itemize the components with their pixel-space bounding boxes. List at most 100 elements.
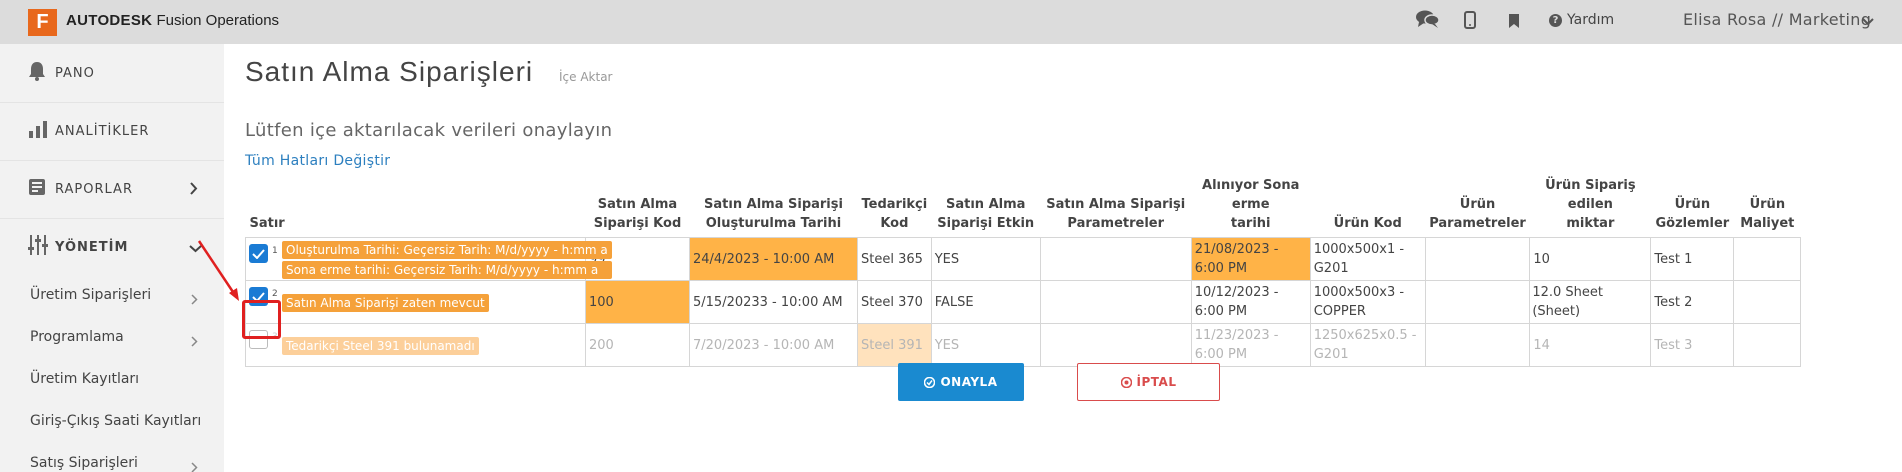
table-row: 2 Satın Alma Siparişi zaten mevcut 100 5… [245, 280, 1802, 324]
help-icon: ? [1549, 13, 1562, 27]
cancel-button[interactable]: İPTAL [1077, 363, 1220, 401]
cell-active: YES [930, 323, 1041, 367]
cell-po-params [1039, 280, 1192, 324]
column-header: Ürün Maliyet [1740, 197, 1795, 231]
bar-chart-icon [28, 120, 48, 142]
toggle-all-lines-link[interactable]: Tüm Hatları Değiştir [245, 153, 390, 169]
brand-name[interactable]: AUTODESK Fusion Operations [66, 12, 279, 29]
column-header: Ürün Parametreler [1429, 197, 1526, 231]
row-select-cell: 1 Oluşturulma Tarihi: Geçersiz Tarih: M/… [245, 237, 612, 281]
column-header: Satır [249, 216, 285, 231]
cell-created-date: 24/4/2023 - 10:00 AM [689, 237, 858, 281]
sidebar-item-label: ANALİTİKLER [55, 123, 150, 139]
error-list: Oluşturulma Tarihi: Geçersiz Tarih: M/d/… [282, 240, 612, 280]
help-label: Yardım [1567, 12, 1615, 28]
column-header: Satın Alma Siparişi Oluşturulma Tarihi [704, 197, 843, 231]
cell-expiry-date: 21/08/2023 - 6:00 PM [1190, 237, 1311, 281]
cell-quantity: 12.0 Sheet (Sheet) [1529, 280, 1652, 324]
help-link[interactable]: ? Yardım [1549, 12, 1614, 28]
check-circle-icon [924, 376, 936, 388]
table-row: 1 Oluşturulma Tarihi: Geçersiz Tarih: M/… [245, 237, 1802, 281]
bell-icon [28, 61, 46, 85]
page-title: Satın Alma Siparişleri [245, 56, 534, 87]
column-header: Satın Alma Siparişi Etkin [937, 197, 1035, 231]
cell-po-code: 200 [585, 323, 690, 367]
cell-product-params [1424, 237, 1531, 281]
chevron-right-icon [191, 458, 198, 472]
chevron-down-icon[interactable] [1861, 12, 1875, 31]
management-icon [28, 234, 48, 260]
report-icon [28, 178, 46, 200]
sidebar-item-analitikler[interactable]: ANALİTİKLER [0, 102, 224, 160]
top-bar: F AUTODESK Fusion Operations ? Yardım El… [0, 0, 1902, 44]
row-select-cell: 2 Satın Alma Siparişi zaten mevcut [245, 280, 586, 324]
user-menu[interactable]: Elisa Rosa // Marketing [1683, 10, 1871, 29]
row-select-cell: 3 Tedarikçi Steel 391 bulunamadı [245, 323, 586, 367]
annotation-highlight-box [242, 300, 281, 339]
cell-product-code: 1000x500x3 - COPPER [1309, 280, 1426, 324]
chat-icon[interactable] [1416, 9, 1440, 33]
cell-active: YES [930, 237, 1041, 281]
chevron-right-icon [191, 332, 198, 351]
sidebar-item-label: RAPORLAR [55, 181, 133, 197]
cell-created-date: 5/15/20233 - 10:00 AM [689, 280, 858, 324]
cell-cost [1733, 323, 1802, 367]
sidebar-subitem-uretim-siparisleri[interactable]: Üretim Siparişleri [30, 287, 151, 303]
logo-letter: F [36, 11, 49, 33]
column-header: Ürün Gözlemler [1655, 197, 1730, 231]
import-table: Satır Satın Alma Siparişi Kod Satın Alma … [245, 174, 1802, 367]
cell-product-code: 1250x625x0.5 - G201 [1309, 323, 1426, 367]
sidebar-item-label: PANO [55, 65, 95, 81]
row-number: 1 [272, 246, 278, 256]
table-row: 3 Tedarikçi Steel 391 bulunamadı 200 7/2… [245, 323, 1802, 367]
approve-button[interactable]: ONAYLA [898, 363, 1024, 401]
cancel-circle-icon [1120, 376, 1132, 388]
sidebar: PANO ANALİTİKLER RAPORLAR YÖNETİM Üretim… [0, 44, 224, 472]
sidebar-subitem-satis-siparisleri[interactable]: Satış Siparişleri [30, 455, 138, 471]
column-header: Tedarikçi Kod [861, 197, 928, 231]
cell-po-code: 100 [585, 280, 690, 324]
cell-expiry-date: 10/12/2023 - 6:00 PM [1190, 280, 1311, 324]
sidebar-subitem-uretim-kayitlari[interactable]: Üretim Kayıtları [30, 371, 139, 387]
annotation-arrow-icon [197, 240, 239, 301]
brand-bold: AUTODESK [66, 12, 153, 29]
cell-quantity: 14 [1529, 323, 1652, 367]
cell-supplier-code: Steel 391 [857, 323, 932, 367]
fusion-logo-icon[interactable]: F [28, 9, 57, 36]
cell-cost [1733, 237, 1802, 281]
bookmark-icon[interactable] [1509, 13, 1519, 32]
page-subtitle: İçe Aktar [559, 70, 613, 84]
error-tag: Oluşturulma Tarihi: Geçersiz Tarih: M/d/… [282, 241, 612, 259]
column-header: Ürün Kod [1333, 216, 1402, 231]
sidebar-item-yonetim[interactable]: YÖNETİM [0, 218, 224, 276]
cell-notes: Test 1 [1650, 237, 1735, 281]
table-header-row: Satır Satın Alma Siparişi Kod Satın Alma … [246, 174, 1801, 238]
error-tag: Sona erme tarihi: Geçersiz Tarih: M/d/yy… [282, 261, 612, 279]
main-content: Satın Alma Siparişleri İçe Aktar Lütfen … [224, 44, 1902, 472]
cell-expiry-date: 11/23/2023 - 6:00 PM [1190, 323, 1311, 367]
mobile-icon[interactable] [1464, 11, 1476, 33]
error-tag: Satın Alma Siparişi zaten mevcut [282, 294, 489, 312]
sidebar-subitem-programlama[interactable]: Programlama [30, 329, 124, 345]
cell-po-params [1039, 237, 1192, 281]
cell-notes: Test 3 [1650, 323, 1735, 367]
cell-product-code: 1000x500x1 - G201 [1309, 237, 1426, 281]
sidebar-item-label: YÖNETİM [55, 239, 129, 255]
error-tag: Tedarikçi Steel 391 bulunamadı [282, 337, 479, 355]
cell-notes: Test 2 [1650, 280, 1735, 324]
sidebar-item-raporlar[interactable]: RAPORLAR [0, 160, 224, 218]
sidebar-subitem-giris-cikis[interactable]: Giriş-Çıkış Saati Kayıtları [30, 413, 201, 429]
column-header: Satın Alma Siparişi Parametreler [1046, 197, 1186, 231]
cell-supplier-code: Steel 370 [857, 280, 932, 324]
column-header: Alınıyor Sona erme tarihi [1202, 178, 1300, 231]
error-list: Satın Alma Siparişi zaten mevcut [282, 293, 489, 313]
chevron-right-icon [189, 180, 198, 199]
column-header: Ürün Sipariş edilen miktar [1545, 178, 1636, 231]
cell-product-params [1424, 280, 1531, 324]
cell-cost [1733, 280, 1802, 324]
cell-product-params [1424, 323, 1531, 367]
cell-created-date: 7/20/2023 - 10:00 AM [689, 323, 858, 367]
cell-po-params [1039, 323, 1192, 367]
sidebar-item-pano[interactable]: PANO [0, 44, 224, 102]
row-checkbox-checked[interactable] [249, 244, 268, 263]
